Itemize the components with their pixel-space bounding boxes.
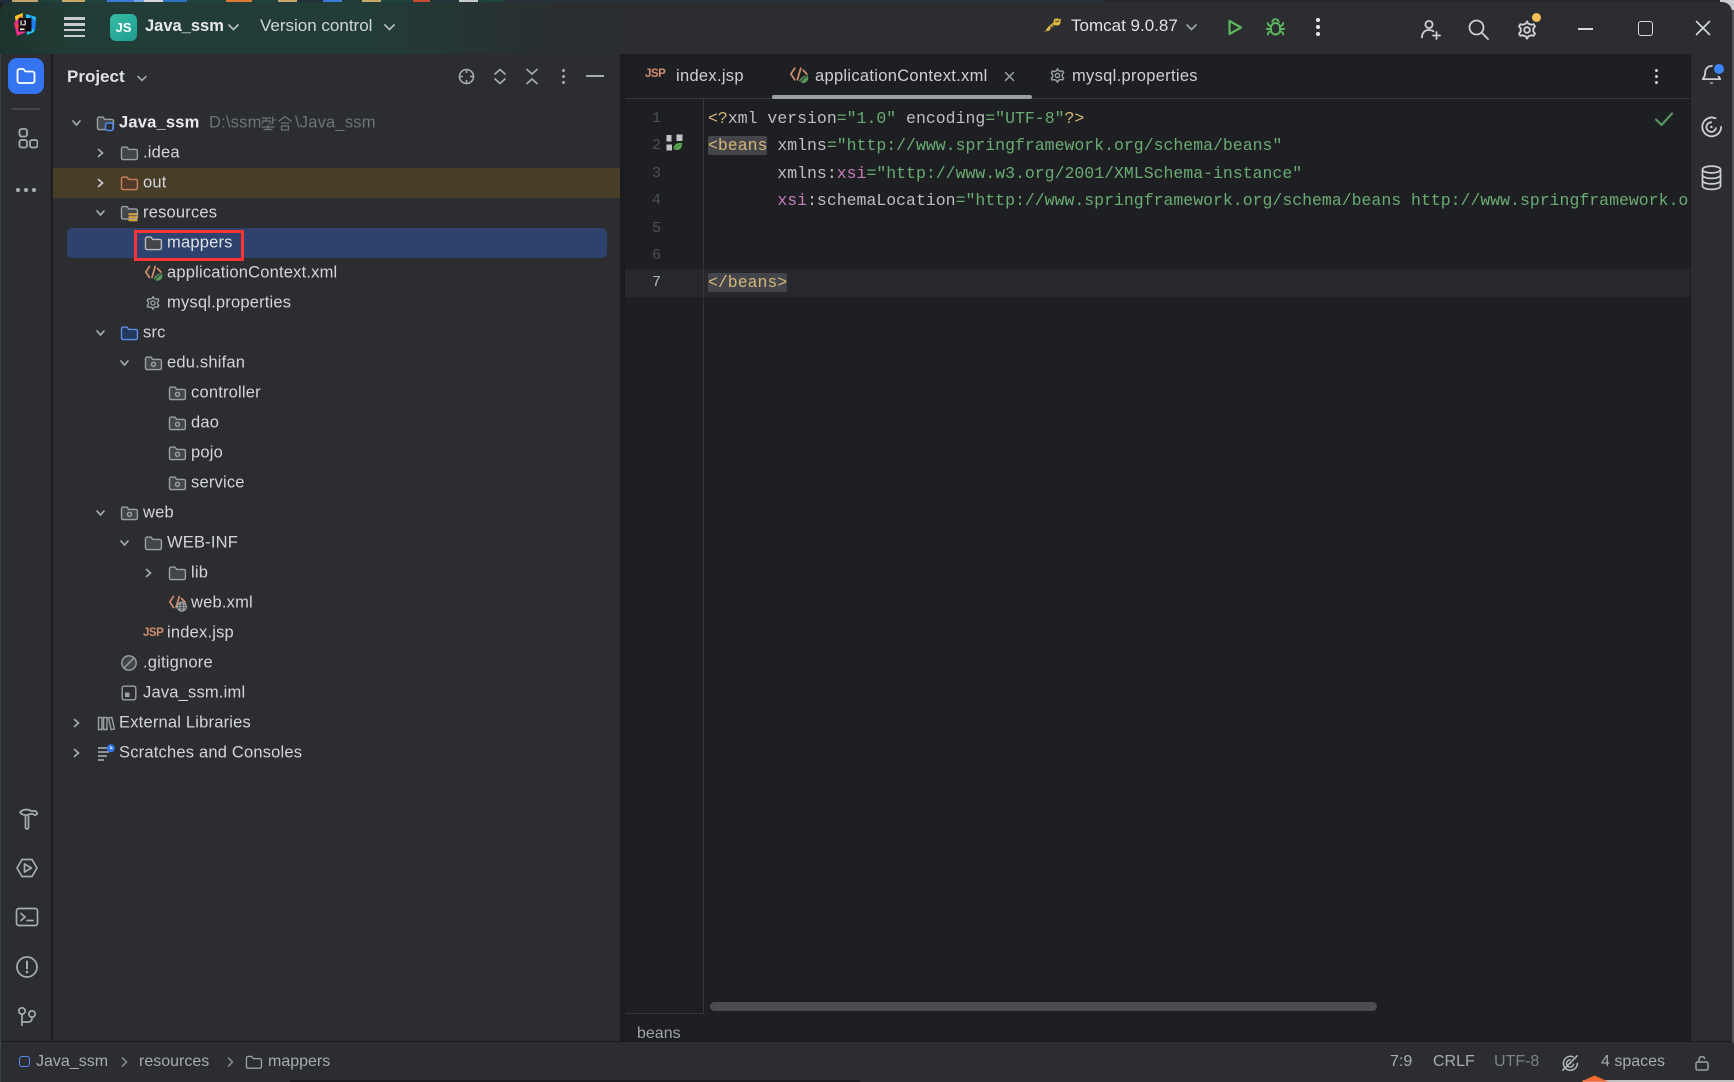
svg-text:IJ: IJ <box>20 19 26 28</box>
